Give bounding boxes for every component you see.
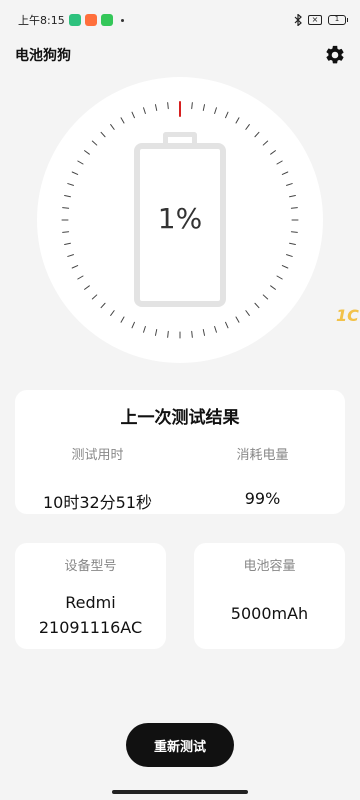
gauge-tick xyxy=(276,160,283,165)
gauge-tick xyxy=(91,294,98,300)
retest-button[interactable]: 重新测试 xyxy=(126,723,234,767)
gauge-tick xyxy=(214,107,217,114)
gauge-tick xyxy=(290,207,298,209)
gauge-tick xyxy=(131,111,135,119)
gauge-tick xyxy=(71,265,79,269)
gauge-tick xyxy=(235,117,240,124)
app-header: 电池狗狗 xyxy=(0,42,360,68)
watermark-logo: 1C xyxy=(336,306,359,325)
gauge-tick xyxy=(62,231,70,233)
gauge-tick xyxy=(191,330,193,338)
gauge-tick xyxy=(154,104,158,111)
battery-capacity-label: 电池容量 xyxy=(243,559,296,574)
gauge-tick xyxy=(254,302,260,309)
gauge-tick xyxy=(286,183,293,186)
card-title: 上一次测试结果 xyxy=(120,408,240,428)
gauge-tick xyxy=(84,150,90,155)
gauge-tick xyxy=(77,160,84,165)
no-sim-icon: × xyxy=(308,15,322,25)
status-time: 上午8:15 xyxy=(18,14,65,27)
gauge-tick xyxy=(62,207,70,209)
battery-icon: 1 xyxy=(328,15,348,25)
device-model-line1: Redmi xyxy=(65,593,116,612)
battery-percent: 1% xyxy=(157,202,203,235)
gauge-tick xyxy=(67,183,74,186)
gauge-tick xyxy=(225,111,229,119)
gauge-tick xyxy=(71,171,79,175)
gauge-tick xyxy=(143,326,146,333)
more-notifications-icon xyxy=(120,18,124,22)
duration-label: 测试用时 xyxy=(71,448,124,463)
consumed-label: 消耗电量 xyxy=(236,448,289,463)
gauge-tick xyxy=(214,326,217,333)
gauge-tick xyxy=(131,321,135,329)
app-notification-icon xyxy=(68,14,81,26)
gauge-tick xyxy=(270,285,276,290)
gauge-tick xyxy=(67,254,74,257)
duration-column: 测试用时 10时32分51秒 xyxy=(15,444,180,513)
battery-capacity-value: 5000mAh xyxy=(230,604,309,623)
gauge-tick xyxy=(254,131,260,138)
gauge-tick xyxy=(64,194,71,198)
gauge-tick xyxy=(289,194,296,198)
gauge-tick xyxy=(91,140,98,146)
gear-icon[interactable] xyxy=(324,44,346,66)
app-title: 电池狗狗 xyxy=(15,48,71,64)
gauge-tick xyxy=(191,102,193,110)
gauge-tick xyxy=(64,242,71,246)
bluetooth-icon xyxy=(294,14,302,26)
gauge-tick xyxy=(120,117,125,124)
gauge-tick xyxy=(270,150,276,155)
app-notification-icon xyxy=(84,14,97,26)
device-model-line2: 21091116AC xyxy=(38,618,143,637)
status-left: 上午8:15 xyxy=(18,12,124,28)
status-bar: 上午8:15 × 1 xyxy=(0,0,360,40)
gauge-tick xyxy=(262,140,269,146)
gauge-tick xyxy=(202,104,206,111)
gauge-tick xyxy=(84,285,90,290)
last-test-result-card: 上一次测试结果 测试用时 10时32分51秒 消耗电量 99% xyxy=(15,390,345,514)
gauge-tick xyxy=(143,107,146,114)
device-model-label: 设备型号 xyxy=(64,559,117,574)
battery-level-text: 1 xyxy=(334,15,340,23)
gauge-tick xyxy=(110,310,115,316)
gauge-tick xyxy=(202,329,206,336)
gauge-tick xyxy=(289,242,296,246)
gauge-tick xyxy=(110,124,115,130)
battery-capacity-card: 电池容量 5000mAh xyxy=(194,543,345,649)
gauge-tick xyxy=(245,310,250,316)
gauge-tick xyxy=(276,275,283,280)
duration-value: 10时32分51秒 xyxy=(42,493,153,512)
gauge-tick xyxy=(290,231,298,233)
consumed-value: 99% xyxy=(244,489,281,508)
gauge-tick xyxy=(281,265,289,269)
battery-gauge: 1% xyxy=(37,77,323,363)
gauge-tick xyxy=(235,316,240,323)
gauge-tick xyxy=(120,316,125,323)
gauge-tick xyxy=(281,171,289,175)
gauge-tick xyxy=(286,254,293,257)
device-model-card: 设备型号 Redmi 21091116AC xyxy=(15,543,166,649)
gauge-tick xyxy=(262,294,269,300)
gauge-tick xyxy=(154,329,158,336)
gauge-tick xyxy=(245,124,250,130)
gauge-tick xyxy=(100,131,106,138)
status-right: × 1 xyxy=(294,14,348,26)
gauge-tick xyxy=(77,275,84,280)
gauge-tick xyxy=(225,321,229,329)
gauge-tick xyxy=(100,302,106,309)
home-indicator[interactable] xyxy=(112,790,248,794)
consumed-column: 消耗电量 99% xyxy=(180,444,345,508)
gauge-tick xyxy=(167,330,169,338)
app-notification-icon xyxy=(100,14,113,26)
gauge-tick xyxy=(167,102,169,110)
